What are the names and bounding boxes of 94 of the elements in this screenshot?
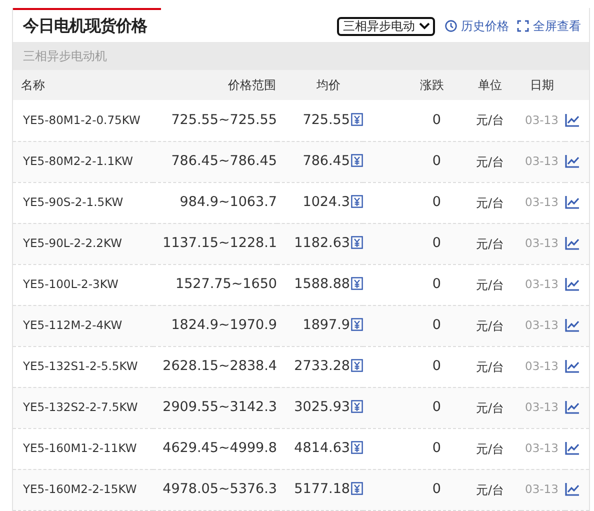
price-range: 2628.15~2838.4 — [162, 358, 277, 374]
price-range: 4978.05~5376.3 — [162, 481, 277, 498]
average-price: 725.55 — [302, 112, 350, 128]
average-price: 1897.9 — [302, 317, 350, 334]
product-name: YE5-112M-2-4KW — [23, 318, 122, 332]
price-range: 2909.55~3142.3 — [162, 399, 277, 416]
unit-label: 元/台 — [476, 318, 504, 332]
date-label: 03-13 — [525, 236, 558, 250]
unit-label: 元/台 — [476, 360, 504, 374]
price-range: 1824.9~1970.9 — [171, 317, 277, 334]
price-change: 0 — [432, 235, 441, 252]
average-price: 1024.3 — [302, 194, 350, 210]
column-header: 涨跌 — [420, 78, 444, 92]
price-change: 0 — [432, 481, 441, 498]
average-price: 2733.28 — [294, 358, 350, 374]
category-label: 三相异步电动机 — [13, 42, 589, 70]
unit-label: 元/台 — [476, 113, 504, 128]
unit-label: 元/台 — [476, 154, 504, 168]
average-price: 786.45 — [302, 153, 350, 170]
column-header: 均价 — [316, 78, 340, 92]
date-label: 03-13 — [525, 154, 558, 168]
price-change: 0 — [432, 399, 441, 416]
unit-label: 元/台 — [476, 442, 504, 456]
product-name: YE5-100L-2-3KW — [23, 277, 118, 291]
column-header: 名称 — [21, 78, 45, 92]
yuan-icon[interactable] — [351, 482, 363, 496]
date-label: 03-13 — [525, 358, 558, 373]
product-name: YE5-160M1-2-11KW — [23, 441, 137, 455]
trend-chart-icon[interactable] — [565, 277, 580, 292]
column-header: 单位 — [478, 78, 502, 92]
product-name: YE5-80M1-2-0.75KW — [23, 112, 140, 127]
average-price: 5177.18 — [294, 481, 350, 498]
trend-chart-icon[interactable] — [565, 318, 580, 332]
trend-chart-icon[interactable] — [565, 236, 580, 250]
average-price: 1182.63 — [294, 235, 350, 252]
product-name: YE5-90S-2-1.5KW — [23, 195, 124, 209]
date-label: 03-13 — [525, 440, 558, 455]
average-price: 1588.88 — [294, 276, 350, 292]
trend-chart-icon[interactable] — [565, 195, 580, 210]
unit-label: 元/台 — [476, 400, 504, 414]
price-range: 786.45~786.45 — [171, 153, 277, 170]
yuan-icon[interactable] — [351, 277, 363, 290]
yuan-icon[interactable] — [351, 318, 363, 332]
price-range: 1527.75~1650 — [176, 276, 277, 292]
average-price: 3025.93 — [294, 399, 350, 416]
date-label: 03-13 — [525, 276, 558, 291]
trend-chart-icon[interactable] — [565, 441, 580, 456]
price-range: 1137.15~1228.1 — [162, 235, 277, 252]
date-label: 03-13 — [525, 112, 558, 127]
product-name: YE5-132S2-2-7.5KW — [23, 400, 138, 414]
trend-chart-icon[interactable] — [565, 482, 580, 496]
yuan-icon[interactable] — [351, 154, 363, 168]
product-name: YE5-132S1-2-5.5KW — [23, 359, 138, 373]
chevron-icon — [419, 22, 430, 30]
yuan-icon[interactable] — [351, 113, 363, 126]
trend-chart-icon[interactable] — [565, 400, 580, 414]
fullscreen-icon — [517, 20, 529, 32]
price-change: 0 — [432, 440, 441, 456]
column-header: 日期 — [530, 78, 554, 92]
price-change: 0 — [432, 358, 441, 374]
category-dropdown[interactable]: 三相异步电动 — [337, 16, 435, 36]
date-label: 03-13 — [525, 194, 558, 209]
trend-chart-icon[interactable] — [565, 154, 580, 168]
column-header: 价格范围 — [228, 78, 276, 92]
panel-title: 今日电机现货价格 — [23, 15, 147, 37]
unit-label: 元/台 — [476, 482, 504, 496]
yuan-icon[interactable] — [351, 195, 363, 208]
trend-chart-icon[interactable] — [565, 359, 580, 374]
price-range: 984.9~1063.7 — [180, 194, 277, 210]
clock-icon — [445, 20, 457, 32]
product-name: YE5-80M2-2-1.1KW — [23, 154, 134, 168]
unit-label: 元/台 — [476, 236, 504, 250]
product-name: YE5-160M2-2-15KW — [23, 482, 137, 496]
price-range: 4629.45~4999.8 — [162, 440, 277, 456]
yuan-icon[interactable] — [351, 400, 363, 414]
yuan-icon[interactable] — [351, 441, 363, 454]
fullscreen-link[interactable]: 全屏查看 — [517, 17, 581, 35]
price-change: 0 — [432, 112, 441, 128]
price-change: 0 — [432, 276, 441, 292]
date-label: 03-13 — [525, 318, 558, 332]
date-label: 03-13 — [525, 400, 558, 414]
price-change: 0 — [432, 194, 441, 210]
date-label: 03-13 — [525, 482, 558, 496]
average-price: 4814.63 — [294, 440, 350, 456]
price-change: 0 — [432, 153, 441, 170]
history-price-link[interactable]: 历史价格 — [445, 17, 509, 35]
yuan-icon[interactable] — [351, 236, 363, 250]
unit-label: 元/台 — [476, 278, 504, 292]
price-change: 0 — [432, 317, 441, 334]
product-name: YE5-90L-2-2.2KW — [23, 236, 122, 250]
price-range: 725.55~725.55 — [171, 112, 277, 128]
unit-label: 元/台 — [476, 196, 504, 210]
yuan-icon[interactable] — [351, 359, 363, 372]
trend-chart-icon[interactable] — [565, 112, 580, 127]
